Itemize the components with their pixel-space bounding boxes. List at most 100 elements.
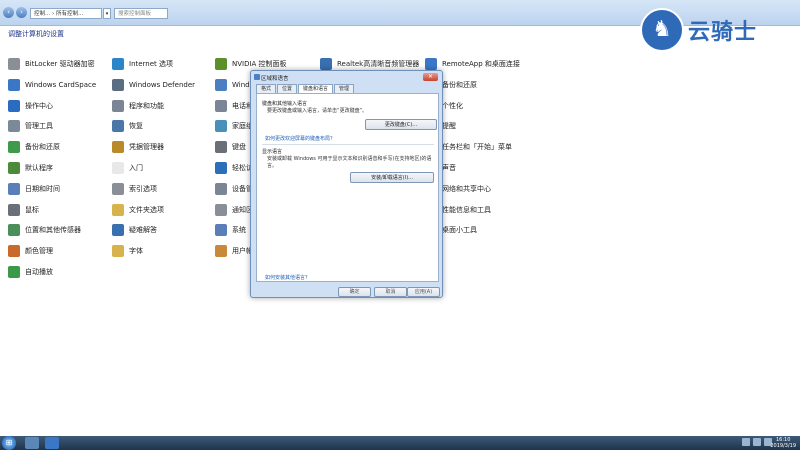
cp-item[interactable]: Internet 选项	[112, 57, 173, 71]
cp-item[interactable]: 文件夹选项	[112, 203, 164, 217]
tab-location[interactable]: 位置	[277, 84, 298, 93]
cp-item-label: Wind	[232, 80, 250, 89]
device-manager-icon	[215, 182, 227, 195]
cp-item[interactable]: NVIDIA 控制面板	[215, 57, 287, 71]
cp-item-label: RemoteApp 和桌面连接	[442, 60, 520, 68]
defender-icon	[112, 78, 124, 91]
cp-item[interactable]: 管理工具	[8, 119, 53, 133]
chevron-down-icon[interactable]: ▾	[103, 8, 111, 19]
cp-item[interactable]: 设备管	[215, 182, 253, 196]
knight-logo-icon: ♞	[640, 8, 684, 52]
cp-item-label: 操作中心	[25, 101, 53, 110]
ie-icon[interactable]	[45, 437, 59, 449]
cp-item-label: 鼠标	[25, 205, 39, 214]
cp-item[interactable]: 用户帐	[215, 244, 253, 258]
cp-item[interactable]: 键盘	[215, 140, 246, 154]
network-icon[interactable]	[753, 438, 761, 446]
cp-item-label: 键盘	[232, 143, 246, 152]
breadcrumb[interactable]: 控制... › 所有控制...	[30, 8, 102, 19]
programs-icon	[112, 99, 124, 112]
cp-item[interactable]: 系统	[215, 223, 246, 237]
cp-item[interactable]: 电话和	[215, 99, 253, 113]
back-icon[interactable]: ‹	[3, 7, 14, 18]
cp-item[interactable]: 自动播放	[8, 265, 53, 279]
globe-icon	[254, 74, 260, 80]
keyboard-layout-link[interactable]: 如何更改欢迎屏幕的键盘布局？	[265, 135, 335, 142]
region-language-dialog: 区域和语言 ✕ 格式 位置 键盘和语言 管理 键盘和其他输入语言 要更改键盘或输…	[250, 70, 443, 298]
clock[interactable]: 16:10 2019/3/19	[770, 437, 796, 449]
cp-item[interactable]: 恢复	[112, 119, 143, 133]
system-tray	[739, 438, 772, 446]
cp-item[interactable]: 通知区	[215, 203, 253, 217]
cp-item-label: 系统	[232, 226, 246, 235]
cp-item[interactable]: Realtek高清晰音频管理器	[320, 57, 419, 71]
cp-item[interactable]: RemoteApp 和桌面连接	[425, 57, 520, 71]
clock-date: 2019/3/19	[770, 443, 796, 449]
forward-icon[interactable]: ›	[16, 7, 27, 18]
cp-item[interactable]: 索引选项	[112, 182, 157, 196]
search-input[interactable]: 搜索控制面板	[114, 8, 168, 19]
change-keyboard-button[interactable]: 更改键盘(C)...	[365, 119, 437, 130]
nvidia-icon	[215, 58, 227, 70]
cp-item-label: 字体	[129, 247, 143, 256]
cp-item[interactable]: 备份和还原	[8, 140, 60, 154]
cp-item-label: 索引选项	[129, 184, 157, 193]
tab-formats[interactable]: 格式	[256, 84, 277, 93]
cp-item-label: 默认程序	[25, 164, 53, 172]
cp-item[interactable]: 字体	[112, 244, 143, 258]
cp-item[interactable]: 疑难解答	[112, 223, 157, 237]
ok-button[interactable]: 确定	[338, 287, 371, 297]
cp-item[interactable]: 凭据管理器	[112, 140, 164, 154]
cp-item[interactable]: 颜色管理	[8, 244, 53, 258]
cp-item[interactable]: 家庭组	[215, 119, 253, 133]
action-center-icon	[8, 99, 20, 112]
close-button[interactable]: ✕	[423, 73, 438, 81]
cp-item[interactable]: 轻松访	[215, 161, 253, 175]
cp-item[interactable]: 鼠标	[8, 203, 39, 217]
divider	[262, 144, 434, 145]
cp-item-label: 提醒	[442, 122, 456, 131]
bitlocker-icon	[8, 58, 20, 70]
cp-item-label: Realtek高清晰音频管理器	[337, 60, 420, 68]
cp-item[interactable]: BitLocker 驱动器加密	[8, 57, 95, 71]
cp-item-label: 凭据管理器	[129, 143, 164, 152]
cp-item-label: 疑难解答	[129, 226, 157, 235]
install-language-link[interactable]: 如何安装其他语言？	[265, 274, 310, 281]
apply-button[interactable]: 应用(A)	[407, 287, 440, 297]
cp-item[interactable]: 操作中心	[8, 99, 53, 113]
cp-item-label: Windows CardSpace	[25, 80, 97, 89]
tab-admin[interactable]: 管理	[334, 84, 355, 93]
cp-item[interactable]: Windows Defender	[112, 78, 195, 92]
cp-item-label: NVIDIA 控制面板	[232, 60, 287, 68]
windows-icon	[215, 78, 227, 91]
cp-item[interactable]: 入门	[112, 161, 143, 175]
cp-item[interactable]: 位置和其他传感器	[8, 223, 81, 237]
notification-icon	[215, 203, 227, 216]
fonts-icon	[112, 245, 124, 258]
start-button[interactable]: ⊞	[2, 436, 16, 450]
internet-icon	[112, 58, 124, 70]
keyboard-description: 要更改键盘或输入语言，请单击“更改键盘”。	[267, 108, 368, 114]
cardspace-icon	[8, 78, 20, 91]
install-language-button[interactable]: 安装/卸载语言(I)...	[350, 172, 434, 183]
cp-item[interactable]: Windows CardSpace	[8, 78, 96, 92]
display-language-description: 安装或卸载 Windows 可用于显示文本和识别语音和手写(在支持地区)的语言。	[267, 156, 432, 169]
explorer-icon[interactable]	[25, 437, 39, 449]
cp-item-label: 网络和共享中心	[442, 184, 491, 193]
cp-item-label: 自动播放	[25, 268, 53, 276]
cp-item[interactable]: 默认程序	[8, 161, 53, 175]
cp-item[interactable]: Wind	[215, 78, 250, 92]
cancel-button[interactable]: 取消	[374, 287, 407, 297]
cp-item-label: BitLocker 驱动器加密	[25, 60, 95, 68]
cp-item-label: 个性化	[442, 101, 463, 110]
tab-panel: 键盘和其他输入语言 要更改键盘或输入语言，请单击“更改键盘”。 更改键盘(C).…	[256, 93, 439, 282]
flag-icon[interactable]	[742, 438, 750, 446]
cp-item-label: 恢复	[129, 122, 143, 131]
cp-item-label: 入门	[129, 164, 143, 172]
autoplay-icon	[8, 266, 20, 278]
cp-item-label: Internet 选项	[129, 60, 174, 68]
cp-item-label: Windows Defender	[129, 80, 196, 89]
control-panel-window: ‹ › 控制... › 所有控制... ▾ 搜索控制面板 调整计算机的设置 Bi…	[0, 0, 800, 436]
cp-item[interactable]: 程序和功能	[112, 99, 164, 113]
cp-item[interactable]: 日期和时间	[8, 182, 60, 196]
